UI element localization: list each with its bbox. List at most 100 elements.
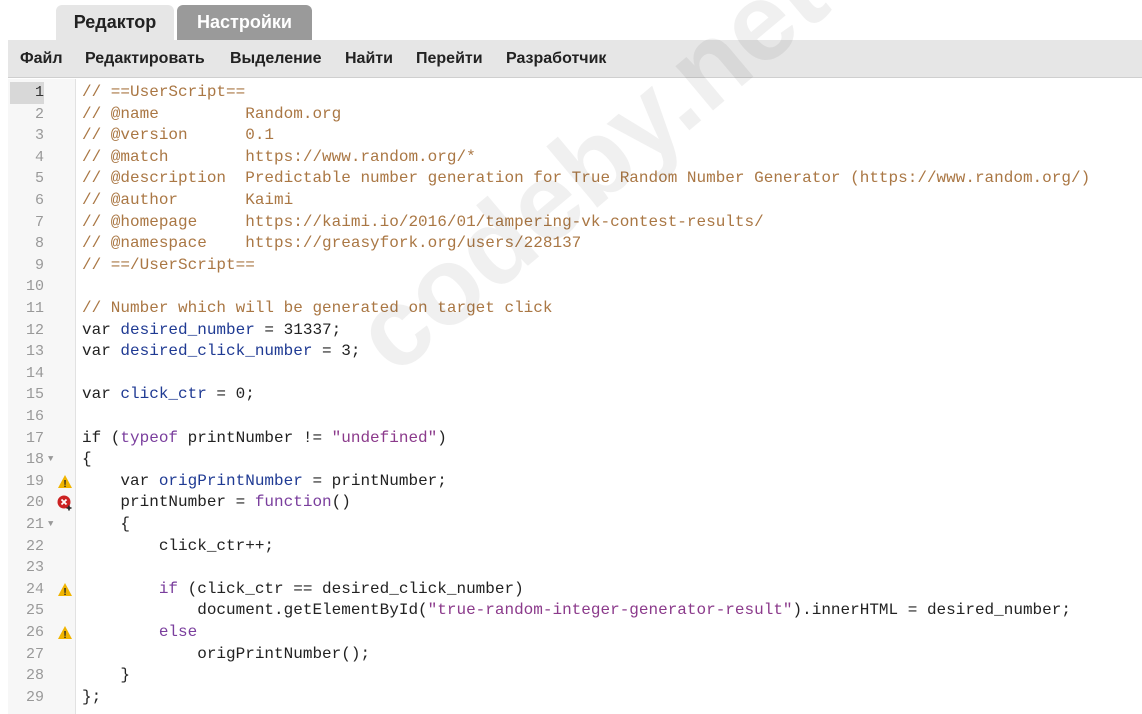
line-number: 4: [34, 148, 44, 166]
code-token: // @name Random.org: [82, 104, 342, 123]
code-token: // ==/UserScript==: [82, 255, 255, 274]
code-token: function: [254, 493, 332, 512]
menu-selection[interactable]: Выделение: [230, 40, 322, 78]
menu-bar: Файл Редактировать Выделение Найти Перей…: [8, 40, 1142, 78]
code-line[interactable]: 11 // Number which will be generated on t…: [8, 298, 1142, 320]
code-token: printNumber =: [82, 493, 255, 512]
code-line[interactable]: 19! var origPrintNumber = printNumber;: [8, 471, 1142, 493]
menu-developer[interactable]: Разработчик: [506, 40, 606, 78]
code-line[interactable]: 24! if (click_ctr == desired_click_numbe…: [8, 579, 1142, 601]
code-text: {: [82, 449, 92, 471]
code-line[interactable]: 8 // @namespace https://greasyfork.org/us…: [8, 233, 1142, 255]
line-number: 9: [34, 256, 44, 274]
code-token: {: [82, 450, 92, 469]
code-text: else: [82, 622, 197, 644]
code-token: // @author Kaimi: [82, 191, 294, 209]
code-line[interactable]: 2 // @name Random.org: [8, 104, 1142, 126]
line-number: 29: [25, 688, 44, 706]
code-line[interactable]: 25 document.getElementById("true-random-…: [8, 600, 1142, 622]
code-token: desired_click_number: [120, 342, 313, 361]
code-line[interactable]: 29};: [8, 687, 1142, 709]
svg-text:!: !: [63, 587, 66, 598]
code-text: // @homepage https://kaimi.io/2016/01/ta…: [82, 212, 764, 234]
code-editor[interactable]: 1 // ==UserScript== 2 // @name Random.org 3 /…: [8, 79, 1142, 714]
line-number: 16: [25, 408, 44, 425]
menu-file[interactable]: Файл: [20, 40, 63, 78]
code-line[interactable]: 3 // @version 0.1: [8, 125, 1142, 147]
code-line[interactable]: 20 printNumber = function(): [8, 492, 1142, 514]
menu-edit[interactable]: Редактировать: [85, 40, 205, 78]
code-token: click_ctr: [120, 385, 207, 404]
line-number: 18: [25, 451, 44, 469]
code-line[interactable]: 26! else: [8, 622, 1142, 644]
line-number: 2: [34, 105, 44, 123]
code-line[interactable]: 6 // @author Kaimi: [8, 190, 1142, 212]
code-token: // @namespace https://greasyfork.org/use…: [82, 234, 582, 253]
line-number: 27: [25, 645, 44, 663]
code-token: origPrintNumber: [158, 471, 303, 490]
code-text: if (typeof printNumber != "undefined"): [82, 428, 447, 450]
code-line[interactable]: 22 click_ctr++;: [8, 536, 1142, 558]
code-line[interactable]: 28 }: [8, 665, 1142, 687]
code-token: (): [331, 493, 351, 512]
code-token: document.getElementById(: [82, 601, 428, 620]
code-token: if (: [82, 428, 121, 447]
code-line[interactable]: 10: [8, 276, 1142, 298]
code-line[interactable]: 23: [8, 557, 1142, 579]
code-line[interactable]: 17 if (typeof printNumber != "undefined"): [8, 428, 1142, 450]
code-line[interactable]: 13 var desired_click_number = 3;: [8, 341, 1142, 363]
code-token: // @match https://www.random.org/*: [82, 147, 476, 166]
line-number: 25: [25, 602, 44, 620]
code-token: click_ctr++;: [82, 536, 275, 555]
fold-arrow-icon[interactable]: ▼: [48, 449, 53, 471]
code-token: "undefined": [331, 428, 438, 447]
code-line[interactable]: 21 ▼ {: [8, 514, 1142, 536]
code-line[interactable]: 9 // ==/UserScript==: [8, 255, 1142, 277]
code-text: var desired_click_number = 3;: [82, 341, 360, 363]
code-text: if (click_ctr == desired_click_number): [82, 579, 524, 601]
code-line[interactable]: 15 var click_ctr = 0;: [8, 384, 1142, 406]
code-line[interactable]: 16: [8, 406, 1142, 428]
line-number: 7: [34, 213, 44, 231]
line-number: 5: [34, 170, 44, 188]
code-text: var desired_number = 31337;: [82, 320, 341, 342]
warning-icon[interactable]: !: [57, 625, 73, 641]
code-token: // ==UserScript==: [82, 83, 246, 101]
code-line[interactable]: 5 // @description Predictable number gene…: [8, 168, 1142, 190]
code-line[interactable]: 27 origPrintNumber();: [8, 644, 1142, 666]
code-line[interactable]: 12 var desired_number = 31337;: [8, 320, 1142, 342]
svg-text:!: !: [63, 479, 66, 490]
line-number: 20: [25, 494, 44, 512]
warning-icon[interactable]: !: [57, 474, 73, 490]
menu-goto[interactable]: Перейти: [416, 40, 483, 78]
tab-settings[interactable]: Настройки: [177, 5, 312, 40]
code-line[interactable]: 7 // @homepage https://kaimi.io/2016/01/t…: [8, 212, 1142, 234]
code-line[interactable]: 18 ▼ {: [8, 449, 1142, 471]
code-text: // @description Predictable number gener…: [82, 168, 1090, 190]
tab-editor[interactable]: Редактор: [56, 5, 174, 40]
line-number: 11: [25, 300, 44, 317]
warning-icon[interactable]: !: [57, 582, 73, 598]
code-line[interactable]: 14: [8, 363, 1142, 385]
line-number: 6: [34, 192, 44, 209]
code-token: origPrintNumber();: [82, 644, 371, 663]
code-text: var origPrintNumber = printNumber;: [82, 471, 446, 493]
code-token: ): [437, 428, 447, 447]
line-number: 17: [25, 429, 44, 447]
code-text: var click_ctr = 0;: [82, 384, 255, 406]
code-token: var: [82, 385, 121, 404]
code-line[interactable]: 4 // @match https://www.random.org/*: [8, 147, 1142, 169]
code-token: // Number which will be generated on tar…: [82, 299, 553, 317]
error-icon[interactable]: [57, 495, 73, 511]
svg-text:!: !: [63, 630, 66, 641]
code-token: if: [158, 579, 179, 598]
code-line[interactable]: 1 // ==UserScript==: [8, 82, 1142, 104]
code-token: = 3;: [312, 342, 361, 361]
code-token: // @homepage https://kaimi.io/2016/01/ta…: [82, 212, 764, 231]
code-text: // @version 0.1: [82, 125, 274, 147]
fold-arrow-icon[interactable]: ▼: [48, 514, 53, 536]
code-token: };: [82, 687, 102, 706]
menu-find[interactable]: Найти: [345, 40, 393, 78]
tab-bar: Редактор Настройки: [0, 0, 1142, 40]
